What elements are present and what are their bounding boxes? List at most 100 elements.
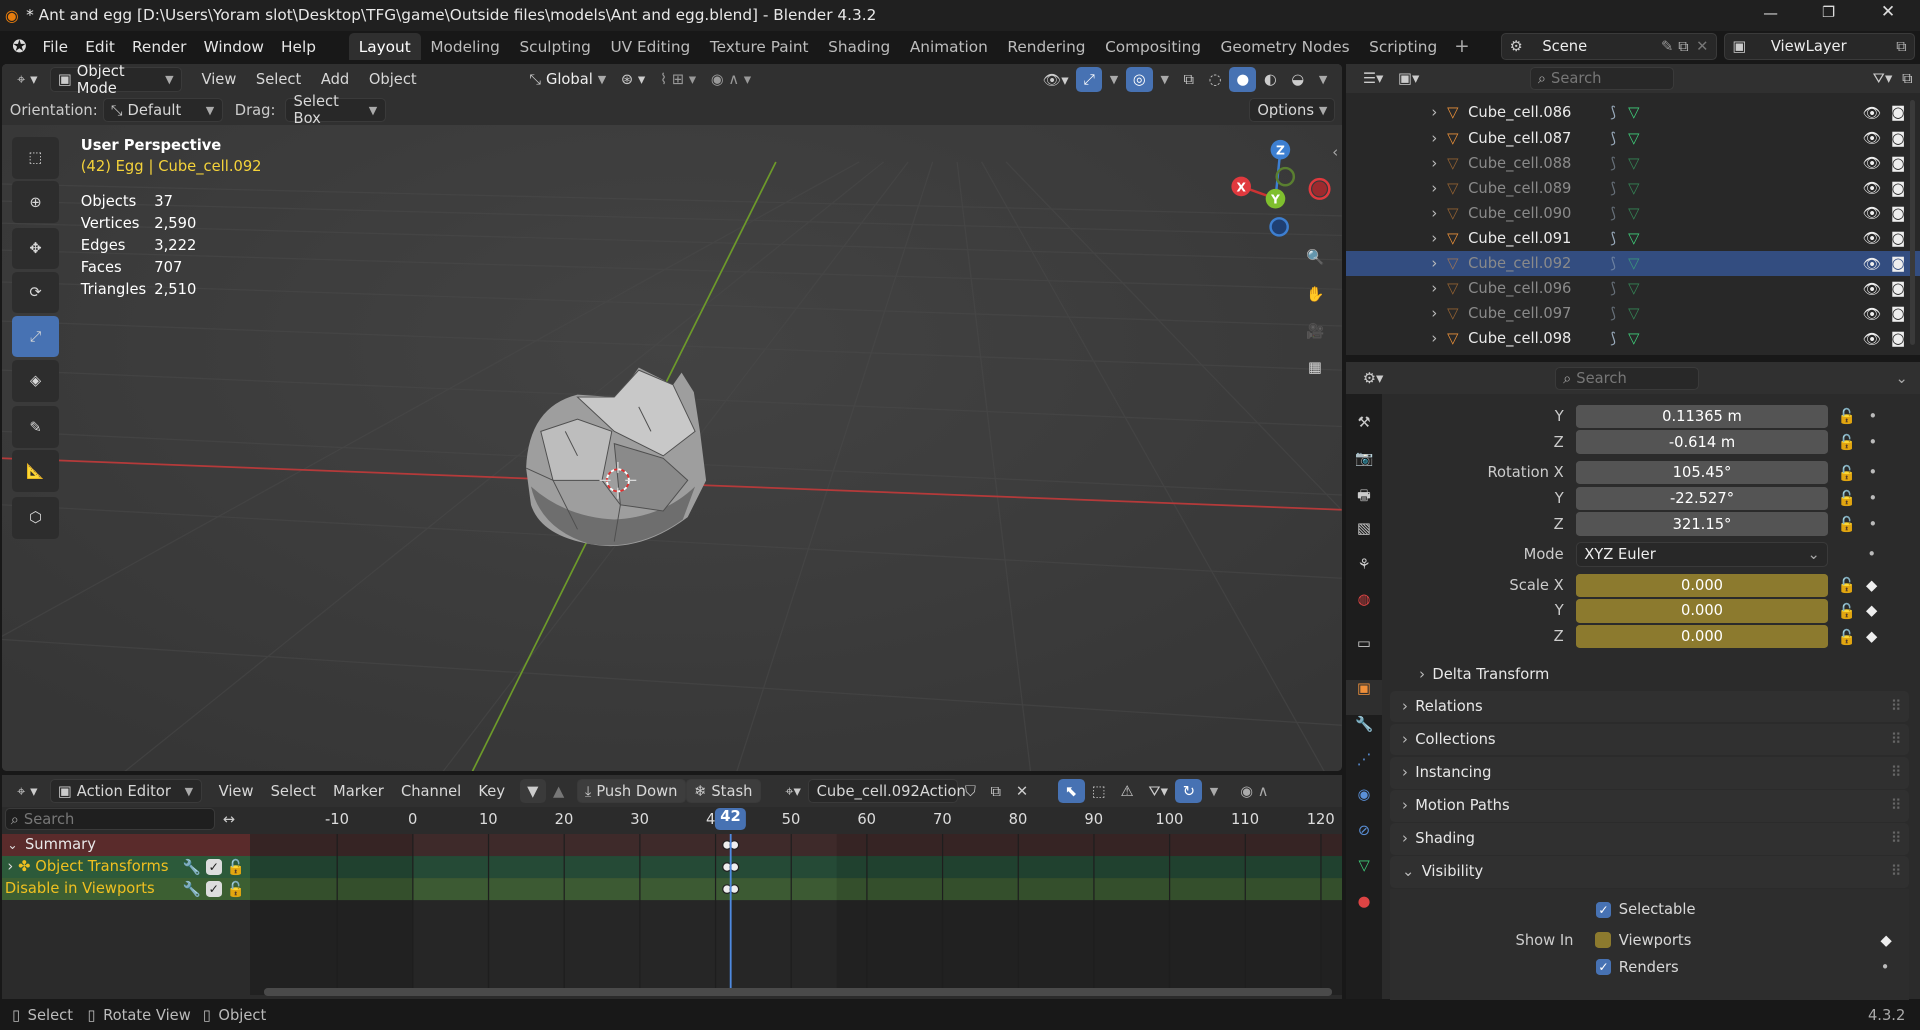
viewlayer-selector[interactable]: ▣ ViewLayer ⧉ bbox=[1724, 33, 1916, 60]
action-menu-key[interactable]: Key bbox=[471, 779, 512, 803]
rotation-y-field[interactable]: -22.527° bbox=[1575, 486, 1829, 510]
object-mode-dropdown[interactable]: ▣ Object Mode ▼ bbox=[49, 64, 182, 97]
eye-icon[interactable]: 👁 bbox=[1863, 330, 1882, 348]
move-tool-icon[interactable]: ✥ bbox=[12, 227, 59, 270]
outliner-row[interactable]: › ▽ Cube_cell.096 ⟆ ▽ 👁 ◙ bbox=[1346, 276, 1920, 301]
measure-tool-icon[interactable]: 📐 bbox=[12, 450, 59, 493]
minimize-button[interactable]: — bbox=[1763, 5, 1778, 22]
lock-icon[interactable]: 🔓 bbox=[1838, 464, 1856, 482]
panel-motion-paths[interactable]: › Motion Paths ⠿ bbox=[1389, 789, 1909, 822]
panel-collections[interactable]: › Collections ⠿ bbox=[1389, 723, 1909, 756]
snapping-icon[interactable]: ↻ bbox=[1175, 778, 1203, 804]
tab-uv-editing[interactable]: UV Editing bbox=[601, 33, 700, 61]
perspective-toggle-icon[interactable]: ▦ bbox=[1298, 350, 1332, 384]
add-cube-tool-icon[interactable]: ⬡ bbox=[12, 497, 59, 539]
keyframe-canvas[interactable] bbox=[249, 833, 1343, 996]
horizontal-scrollbar[interactable] bbox=[264, 988, 1333, 996]
layer-down-icon[interactable]: ▼ bbox=[519, 778, 546, 804]
filter-icon[interactable]: ⛛▾ bbox=[1873, 70, 1893, 87]
viewports-checkbox[interactable] bbox=[1595, 932, 1612, 949]
tab-modeling[interactable]: Modeling bbox=[421, 33, 510, 61]
action-menu-select[interactable]: Select bbox=[263, 779, 323, 803]
shading-material-icon[interactable]: ◐ bbox=[1256, 67, 1284, 91]
eye-icon[interactable]: 👁 bbox=[1863, 104, 1882, 122]
keyframe-diamond-icon[interactable]: ◆ bbox=[1866, 577, 1877, 594]
outliner-row[interactable]: › ▽ Cube_cell.089 ⟆ ▽ 👁 ◙ bbox=[1346, 176, 1920, 201]
expand-arrow-icon[interactable]: › bbox=[1431, 180, 1437, 197]
lock-icon[interactable]: 🔓 bbox=[1838, 515, 1856, 533]
renders-checkbox[interactable]: ✓ bbox=[1595, 959, 1612, 976]
keyframe-diamond-icon[interactable]: ◆ bbox=[1881, 932, 1892, 949]
overlays-dropdown[interactable]: ▼ bbox=[1153, 67, 1176, 91]
data-tab-icon[interactable]: ▽ bbox=[1346, 857, 1383, 893]
rotation-mode-dropdown[interactable]: XYZ Euler ⌄ bbox=[1575, 542, 1829, 567]
channel-disable-in-viewports[interactable]: Disable in Viewports 🔧 ✓ 🔓 bbox=[2, 877, 250, 900]
camera-render-icon[interactable]: ◙ bbox=[1891, 104, 1905, 121]
expand-arrow-icon[interactable]: › bbox=[1431, 104, 1437, 121]
viewport-menu-view[interactable]: View bbox=[194, 67, 244, 91]
overlays-icon[interactable]: ◎ bbox=[1125, 67, 1154, 92]
drag-handle-icon[interactable]: ⠿ bbox=[1891, 731, 1902, 748]
viewport-menu-select[interactable]: Select bbox=[249, 67, 309, 91]
channel-enable-checkbox[interactable]: ✓ bbox=[205, 880, 222, 897]
frame-ruler[interactable]: -10010203040506070809010011012042 bbox=[249, 806, 1343, 832]
keyframe-area[interactable] bbox=[249, 833, 1343, 996]
tab-layout[interactable]: Layout bbox=[348, 32, 421, 61]
pan-hand-icon[interactable]: ✋ bbox=[1298, 277, 1332, 311]
output-tab-icon[interactable]: 🖶 bbox=[1346, 485, 1383, 521]
properties-search-input[interactable]: ⌕ Search bbox=[1554, 366, 1700, 390]
new-scene-icon[interactable]: ⧉ bbox=[1678, 38, 1689, 55]
select-box-tool-icon[interactable]: ⬚ bbox=[12, 137, 59, 179]
new-viewlayer-icon[interactable]: ⧉ bbox=[1896, 38, 1907, 55]
filter-icon[interactable]: ⛛▾ bbox=[1141, 779, 1175, 803]
editor-type-button[interactable]: ⌖ ▾ bbox=[10, 779, 45, 803]
eye-icon[interactable]: 👁 bbox=[1863, 305, 1882, 323]
transform-tool-icon[interactable]: ◈ bbox=[12, 359, 59, 402]
fake-user-icon[interactable]: ⛉ bbox=[958, 779, 984, 803]
physics-tab-icon[interactable]: ◉ bbox=[1346, 786, 1383, 822]
delete-scene-icon[interactable]: ✕ bbox=[1696, 38, 1708, 55]
expand-arrow-icon[interactable]: › bbox=[1431, 255, 1437, 272]
gizmo-dropdown[interactable]: ▼ bbox=[1102, 67, 1125, 91]
outliner-search-input[interactable]: ⌕ Search bbox=[1529, 66, 1675, 90]
eye-icon[interactable]: 👁 bbox=[1863, 129, 1882, 147]
collection-tab-icon[interactable]: ▭ bbox=[1346, 635, 1383, 679]
stash-button[interactable]: ❄ Stash bbox=[685, 778, 761, 804]
expand-arrow-icon[interactable]: › bbox=[1431, 230, 1437, 247]
snap-icon[interactable]: ⌇ ⊞ ▾ bbox=[653, 67, 704, 91]
outliner-row[interactable]: › ▽ Cube_cell.087 ⟆ ▽ 👁 ◙ bbox=[1346, 125, 1920, 150]
selectable-checkbox[interactable]: ✓ bbox=[1595, 901, 1612, 918]
keyframe-dot-icon[interactable]: • bbox=[1867, 546, 1876, 563]
new-action-icon[interactable]: ⧉ bbox=[983, 779, 1008, 803]
drag-handle-icon[interactable]: ⠿ bbox=[1891, 698, 1902, 715]
drag-handle-icon[interactable]: ⠿ bbox=[1891, 863, 1902, 880]
scene-selector[interactable]: ⚙ Scene ✎ ⧉ ✕ bbox=[1501, 33, 1717, 60]
tab-animation[interactable]: Animation bbox=[900, 33, 998, 61]
tab-geometry-nodes[interactable]: Geometry Nodes bbox=[1211, 33, 1360, 61]
blender-menu-icon[interactable]: ✪ bbox=[12, 37, 26, 57]
channel-summary[interactable]: ⌄ Summary bbox=[2, 833, 250, 856]
modifier-tab-icon[interactable]: 🔧 bbox=[1346, 715, 1383, 751]
outliner-row[interactable]: › ▽ Cube_cell.090 ⟆ ▽ 👁 ◙ bbox=[1346, 201, 1920, 226]
layer-up-icon[interactable]: ▲ bbox=[546, 779, 572, 803]
eye-icon[interactable]: 👁 bbox=[1863, 154, 1882, 172]
lock-icon[interactable]: 🔓 bbox=[1838, 433, 1856, 451]
properties-editor-type-icon[interactable]: ⚙▾ bbox=[1363, 370, 1384, 387]
location-z-field[interactable]: -0.614 m bbox=[1575, 430, 1829, 454]
rotate-tool-icon[interactable]: ⟳ bbox=[12, 271, 59, 314]
eye-icon[interactable]: 👁 bbox=[1863, 280, 1882, 298]
action-editor-mode-dropdown[interactable]: ▣ Action Editor ▼ bbox=[49, 778, 202, 804]
visibility-icon[interactable]: 👁▾ bbox=[1035, 67, 1076, 91]
shading-solid-icon[interactable]: ● bbox=[1228, 67, 1257, 92]
wrench-icon[interactable]: 🔧 bbox=[183, 858, 201, 876]
proportional-edit-icon[interactable]: ◉ ∧ bbox=[1233, 779, 1276, 803]
new-collection-icon[interactable]: ⧉ bbox=[1902, 70, 1913, 87]
drag-handle-icon[interactable]: ⠿ bbox=[1891, 797, 1902, 814]
expand-arrow-icon[interactable]: › bbox=[1431, 155, 1437, 172]
scene-tab-icon[interactable]: ⚘ bbox=[1346, 556, 1383, 592]
panel-relations[interactable]: › Relations ⠿ bbox=[1389, 690, 1909, 723]
action-menu-channel[interactable]: Channel bbox=[394, 779, 469, 803]
lock-icon[interactable]: 🔓 bbox=[1838, 489, 1856, 507]
outliner-scrollbar[interactable] bbox=[1910, 100, 1916, 346]
push-down-button[interactable]: ⤓ Push Down bbox=[576, 778, 686, 804]
